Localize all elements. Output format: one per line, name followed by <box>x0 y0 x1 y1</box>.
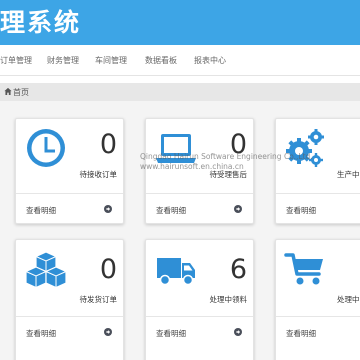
cubes-icon <box>25 251 67 289</box>
view-details-link[interactable]: 查看明细 <box>156 205 186 216</box>
dashboard-main: 0 待接收订单 查看明细 0 待受理售后 查看明细 生产中 查看明细 0 待发货… <box>0 101 360 360</box>
card-body: 0 待接收订单 <box>16 119 123 193</box>
card-label: 处理中 <box>337 295 360 304</box>
view-details-link[interactable]: 查看明细 <box>26 328 56 339</box>
card-body: 处理中 <box>276 240 360 314</box>
card-count: 0 <box>99 129 117 160</box>
card-footer[interactable]: 查看明细 <box>16 193 123 224</box>
nav-item-workshop[interactable]: 车间管理 <box>95 55 127 66</box>
nav-item-orders[interactable]: 订单管理 <box>0 55 32 66</box>
card-body: 6 处理中领料 <box>146 240 253 314</box>
card-footer[interactable]: 查看明细 <box>276 316 360 347</box>
breadcrumb: 首页 <box>0 83 360 101</box>
view-details-link[interactable]: 查看明细 <box>156 328 186 339</box>
top-nav: 订单管理 财务管理 车间管理 数据看板 报表中心 <box>0 45 360 76</box>
card-processing: 处理中 查看明细 <box>275 239 360 360</box>
truck-icon <box>157 258 195 286</box>
nav-item-dashboard[interactable]: 数据看板 <box>145 55 177 66</box>
card-footer[interactable]: 查看明细 <box>146 316 253 347</box>
view-details-link[interactable]: 查看明细 <box>26 205 56 216</box>
card-label: 待发货订单 <box>79 295 118 304</box>
card-count: 6 <box>229 254 247 285</box>
breadcrumb-home[interactable]: 首页 <box>13 87 29 98</box>
card-label: 生产中 <box>337 170 360 179</box>
card-label: 处理中领料 <box>209 295 248 304</box>
card-footer[interactable]: 查看明细 <box>16 316 123 347</box>
card-footer[interactable]: 查看明细 <box>276 193 360 224</box>
card-label: 待接收订单 <box>79 170 118 179</box>
arrow-circle-right-icon[interactable] <box>104 328 112 336</box>
card-count: 0 <box>99 254 117 285</box>
card-footer[interactable]: 查看明细 <box>146 193 253 224</box>
nav-item-finance[interactable]: 财务管理 <box>47 55 79 66</box>
watermark-url: www.hairunsoft.en.china.cn <box>140 162 244 171</box>
card-materials-processing: 6 处理中领料 查看明细 <box>145 239 254 360</box>
arrow-circle-right-icon[interactable] <box>234 328 242 336</box>
watermark: Qingdao Hairun Software Engineering Co.,… <box>140 152 313 172</box>
card-pending-orders: 0 待接收订单 查看明细 <box>15 118 124 224</box>
clock-icon <box>27 129 65 167</box>
arrow-circle-right-icon[interactable] <box>104 205 112 213</box>
arrow-circle-right-icon[interactable] <box>234 205 242 213</box>
app-header: 理系统 <box>0 0 360 45</box>
watermark-company: Qingdao Hairun Software Engineering Co.,… <box>140 152 313 161</box>
card-body: 0 待发货订单 <box>16 240 123 314</box>
app-title: 理系统 <box>0 8 82 37</box>
view-details-link[interactable]: 查看明细 <box>286 205 316 216</box>
home-icon <box>4 87 12 95</box>
card-pending-shipment: 0 待发货订单 查看明细 <box>15 239 124 360</box>
cart-icon <box>284 253 323 285</box>
nav-item-reports[interactable]: 报表中心 <box>194 55 226 66</box>
view-details-link[interactable]: 查看明细 <box>286 328 316 339</box>
